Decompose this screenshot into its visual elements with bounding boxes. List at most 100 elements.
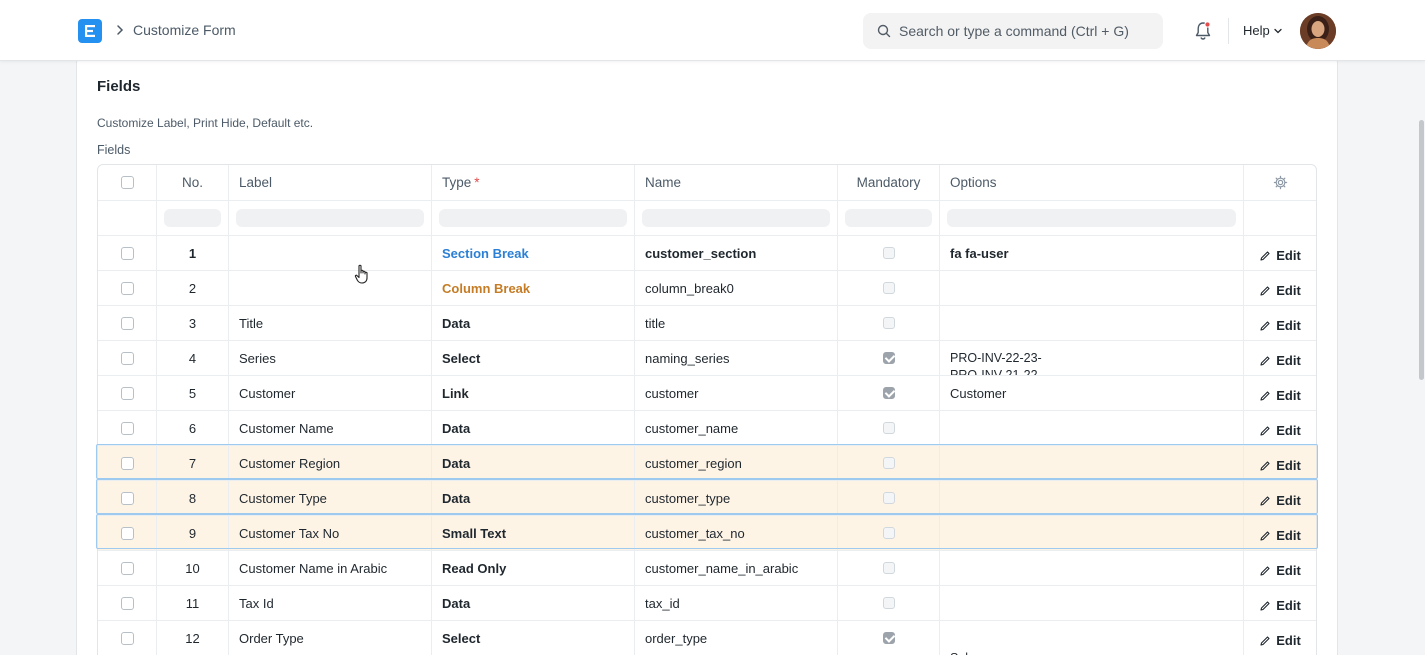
filter-no-input[interactable]	[164, 209, 221, 227]
edit-button[interactable]: Edit	[1259, 353, 1301, 368]
row-checkbox[interactable]	[120, 316, 134, 330]
row-fieldname[interactable]: column_break0	[635, 271, 838, 305]
row-type[interactable]: Select	[432, 621, 635, 655]
table-row[interactable]: 9 Customer Tax No Small Text customer_tax_n…	[98, 516, 1316, 551]
row-type[interactable]: Data	[432, 306, 635, 340]
row-checkbox[interactable]	[120, 596, 134, 610]
row-type[interactable]: Data	[432, 446, 635, 480]
row-fieldname[interactable]: customer_name	[635, 411, 838, 445]
row-options[interactable]	[940, 516, 1244, 550]
row-label[interactable]: Customer Tax No	[229, 516, 432, 550]
table-row[interactable]: 10 Customer Name in Arabic Read Only custom…	[98, 551, 1316, 586]
header-mandatory[interactable]: Mandatory	[838, 165, 940, 200]
row-type[interactable]: Read Only	[432, 551, 635, 585]
header-label[interactable]: Label	[229, 165, 432, 200]
header-name[interactable]: Name	[635, 165, 838, 200]
mandatory-checkbox[interactable]	[882, 247, 895, 259]
mandatory-checkbox[interactable]	[882, 527, 895, 539]
row-fieldname[interactable]: order_type	[635, 621, 838, 655]
filter-options[interactable]	[940, 201, 1244, 235]
row-checkbox[interactable]	[120, 386, 134, 400]
app-logo[interactable]	[78, 19, 102, 43]
filter-no[interactable]	[157, 201, 229, 235]
row-type[interactable]: Column Break	[432, 271, 635, 305]
filter-type[interactable]	[432, 201, 635, 235]
row-options[interactable]	[940, 306, 1244, 340]
row-label[interactable]: Customer Type	[229, 481, 432, 515]
row-fieldname[interactable]: customer_type	[635, 481, 838, 515]
filter-options-input[interactable]	[947, 209, 1236, 227]
mandatory-checkbox[interactable]	[882, 387, 895, 399]
notification-bell-icon[interactable]	[1194, 21, 1212, 41]
row-fieldname[interactable]: tax_id	[635, 586, 838, 620]
table-row[interactable]: 11 Tax Id Data tax_id Edit	[98, 586, 1316, 621]
edit-button[interactable]: Edit	[1259, 388, 1301, 403]
row-label[interactable]	[229, 236, 432, 270]
row-type[interactable]: Data	[432, 481, 635, 515]
edit-button[interactable]: Edit	[1259, 493, 1301, 508]
filter-mandatory[interactable]	[838, 201, 940, 235]
row-type[interactable]: Data	[432, 586, 635, 620]
row-options[interactable]: Sales	[940, 621, 1244, 655]
row-label[interactable]: Tax Id	[229, 586, 432, 620]
row-type[interactable]: Link	[432, 376, 635, 410]
table-row[interactable]: 8 Customer Type Data customer_type Edit	[98, 481, 1316, 516]
row-fieldname[interactable]: naming_series	[635, 341, 838, 375]
mandatory-checkbox[interactable]	[882, 282, 895, 294]
mandatory-checkbox[interactable]	[882, 562, 895, 574]
breadcrumb-customize-form[interactable]: Customize Form	[133, 22, 236, 38]
row-type[interactable]: Data	[432, 411, 635, 445]
table-row[interactable]: 3 Title Data title Edit	[98, 306, 1316, 341]
row-type[interactable]: Small Text	[432, 516, 635, 550]
row-fieldname[interactable]: customer_tax_no	[635, 516, 838, 550]
mandatory-checkbox[interactable]	[882, 492, 895, 504]
row-checkbox[interactable]	[120, 246, 134, 260]
row-label[interactable]	[229, 271, 432, 305]
row-options[interactable]	[940, 481, 1244, 515]
row-options[interactable]: PRO-INV-22-23- PRO-INV-21-22-	[940, 341, 1244, 375]
row-fieldname[interactable]: title	[635, 306, 838, 340]
help-menu[interactable]: Help	[1243, 23, 1270, 38]
filter-name[interactable]	[635, 201, 838, 235]
table-row[interactable]: 7 Customer Region Data customer_region Edit	[98, 446, 1316, 481]
search-bar[interactable]: Search or type a command (Ctrl + G)	[863, 13, 1163, 49]
row-options[interactable]	[940, 551, 1244, 585]
row-checkbox[interactable]	[120, 351, 134, 365]
row-type[interactable]: Section Break	[432, 236, 635, 270]
row-options[interactable]	[940, 411, 1244, 445]
row-label[interactable]: Series	[229, 341, 432, 375]
table-row[interactable]: 5 Customer Link customer Customer Edit	[98, 376, 1316, 411]
filter-label-input[interactable]	[236, 209, 424, 227]
row-label[interactable]: Customer Name in Arabic	[229, 551, 432, 585]
table-row[interactable]: 1 Section Break customer_section fa fa-user…	[98, 236, 1316, 271]
row-checkbox[interactable]	[120, 281, 134, 295]
table-row[interactable]: 12Order TypeSelectorder_type Sales Edit	[98, 621, 1316, 655]
row-checkbox[interactable]	[120, 456, 134, 470]
filter-type-input[interactable]	[439, 209, 627, 227]
header-options[interactable]: Options	[940, 165, 1244, 200]
row-fieldname[interactable]: customer	[635, 376, 838, 410]
row-options[interactable]	[940, 446, 1244, 480]
row-checkbox[interactable]	[120, 491, 134, 505]
edit-button[interactable]: Edit	[1259, 633, 1301, 648]
row-options[interactable]	[940, 586, 1244, 620]
table-row[interactable]: 4 Series Select naming_series PRO-INV-22-23-…	[98, 341, 1316, 376]
filter-label[interactable]	[229, 201, 432, 235]
row-fieldname[interactable]: customer_section	[635, 236, 838, 270]
edit-button[interactable]: Edit	[1259, 423, 1301, 438]
row-fieldname[interactable]: customer_region	[635, 446, 838, 480]
row-label[interactable]: Customer Name	[229, 411, 432, 445]
row-checkbox[interactable]	[120, 526, 134, 540]
row-options[interactable]: Customer	[940, 376, 1244, 410]
edit-button[interactable]: Edit	[1259, 283, 1301, 298]
header-no[interactable]: No.	[157, 165, 229, 200]
row-fieldname[interactable]: customer_name_in_arabic	[635, 551, 838, 585]
row-label[interactable]: Customer Region	[229, 446, 432, 480]
row-type[interactable]: Select	[432, 341, 635, 375]
edit-button[interactable]: Edit	[1259, 563, 1301, 578]
user-avatar[interactable]	[1300, 13, 1336, 49]
filter-mandatory-input[interactable]	[845, 209, 932, 227]
page-scrollbar-thumb[interactable]	[1419, 120, 1424, 380]
table-row[interactable]: 6 Customer Name Data customer_name Edit	[98, 411, 1316, 446]
select-all-checkbox[interactable]	[120, 176, 134, 189]
